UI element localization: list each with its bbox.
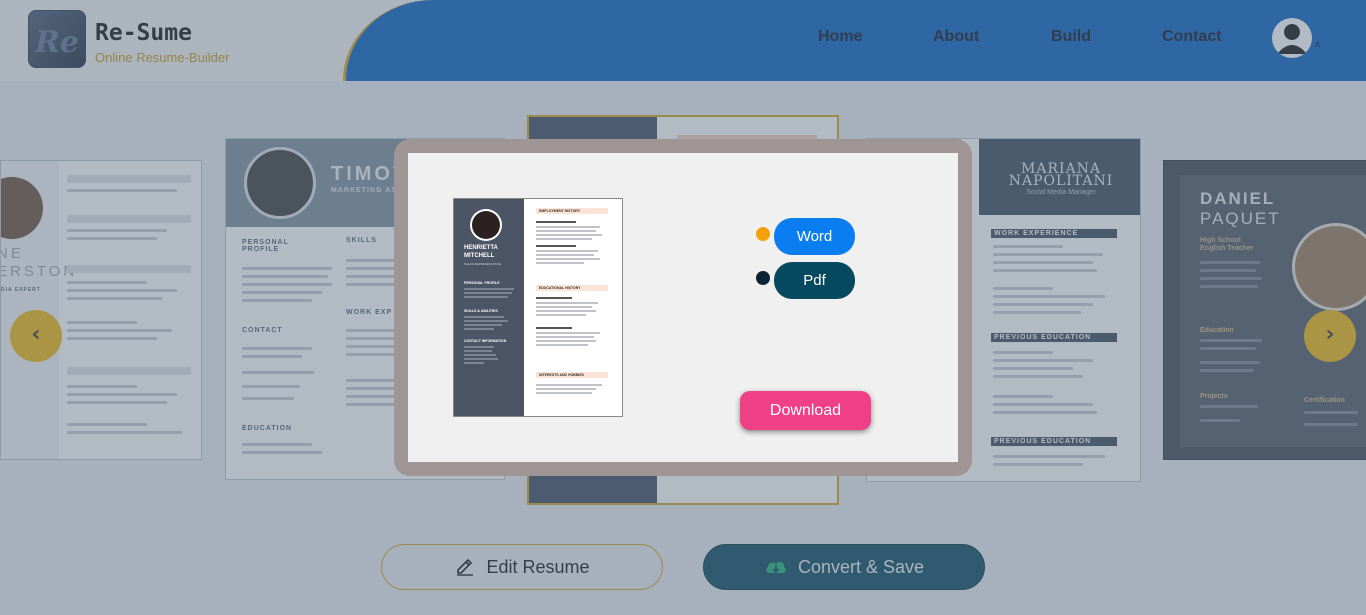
- word-radio-dot[interactable]: [756, 227, 770, 241]
- preview-name-line1: HENRIETTA: [464, 245, 498, 251]
- pdf-format-button[interactable]: Pdf: [774, 262, 855, 299]
- preview-left-section: PERSONAL PROFILE: [464, 281, 500, 285]
- preview-right-section: EMPLOYMENT HISTORY: [539, 209, 581, 213]
- pdf-radio-dot[interactable]: [756, 271, 770, 285]
- preview-role: SALES REPRESENTATIVE: [464, 262, 502, 266]
- download-button[interactable]: Download: [740, 391, 871, 430]
- word-format-button[interactable]: Word: [774, 218, 855, 255]
- preview-left-section: CONTACT INFORMATION: [464, 339, 507, 343]
- preview-photo: [470, 209, 502, 241]
- preview-left-section: SKILLS & ABILITIES: [464, 309, 498, 313]
- preview-right-section: INTERESTS AND HOBBIES: [539, 373, 584, 377]
- preview-right-section: EDUCATIONAL HISTORY: [539, 286, 581, 290]
- app-root: Re Re-Sume Online Resume-Builder Home Ab…: [0, 0, 1366, 615]
- preview-name-line2: MITCHELL: [464, 253, 495, 259]
- resume-preview: HENRIETTA MITCHELL SALES REPRESENTATIVE …: [453, 198, 623, 417]
